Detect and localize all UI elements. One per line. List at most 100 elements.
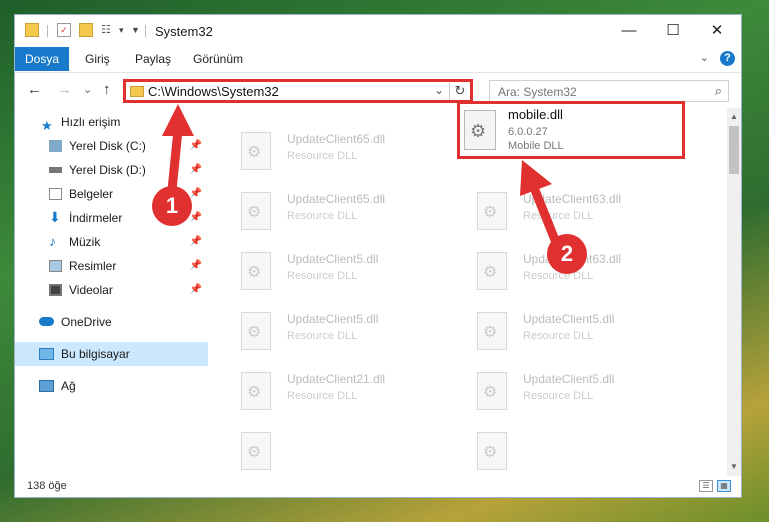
list-item[interactable]: UpdateClient5.dll Resource DLL [473, 306, 703, 358]
list-item[interactable]: UpdateClient65.dll Resource DLL [237, 126, 467, 178]
help-icon[interactable]: ? [720, 51, 735, 66]
folder-icon[interactable] [25, 23, 39, 37]
sidebar-item-this-pc[interactable]: Bu bilgisayar [15, 342, 208, 366]
highlighted-file-mobile-dll[interactable]: mobile.dll 6.0.0.27 Mobile DLL [457, 101, 685, 159]
pin-icon: 📌 [189, 140, 202, 151]
file-explorer-window: ✓ ☷ ▾ ▼ System32 — ☐ ✕ Dosya Giriş Payla… [14, 14, 742, 498]
file-description: Resource DLL [523, 390, 594, 402]
close-button[interactable]: ✕ [695, 19, 739, 43]
sidebar-item-label: OneDrive [61, 315, 112, 329]
back-button[interactable]: ← [27, 81, 42, 98]
step-1-badge: 1 [152, 186, 192, 226]
file-name: mobile.dll [508, 107, 563, 122]
file-description: Resource DLL [287, 390, 358, 402]
video-icon [49, 284, 62, 296]
sidebar-item-drive-d[interactable]: Yerel Disk (D:) 📌 [15, 158, 208, 182]
list-item[interactable]: UpdateClient63.dll Resource DLL [473, 186, 703, 238]
up-button[interactable]: ↑ [103, 81, 111, 98]
dll-file-icon [464, 110, 496, 150]
file-name: UpdateClient21.dll [287, 372, 386, 386]
dll-file-icon [477, 252, 507, 290]
list-item[interactable]: UpdateClient5.dll Resource DLL [237, 306, 467, 358]
file-list: UpdateClient65.dll Resource DLL UpdateCl… [223, 108, 728, 476]
list-item[interactable]: UpdateClient21.dll Resource DLL [237, 366, 467, 418]
sidebar-item-quick-access[interactable]: ★ Hızlı erişim [15, 110, 208, 134]
dll-file-icon [477, 372, 507, 410]
list-item[interactable]: UpdateClient65.dll Resource DLL [237, 186, 467, 238]
maximize-button[interactable]: ☐ [651, 19, 695, 43]
pin-icon: 📌 [189, 260, 202, 271]
step-2-badge: 2 [547, 234, 587, 274]
sidebar-item-label: Ağ [61, 379, 76, 393]
pin-icon: 📌 [189, 164, 202, 175]
file-description: Resource DLL [287, 150, 358, 162]
file-description: Mobile DLL [508, 140, 564, 152]
divider [145, 25, 146, 37]
recent-locations-button[interactable]: ⌄ [83, 83, 92, 96]
expand-ribbon-icon[interactable]: ⌄ [700, 51, 709, 64]
item-count: 138 öğe [27, 480, 67, 492]
dropdown-icon[interactable]: ▼ [131, 23, 145, 37]
sidebar-item-pictures[interactable]: Resimler 📌 [15, 254, 208, 278]
ribbon-tabs: Dosya Giriş Paylaş Görünüm ⌄ ? [15, 47, 741, 71]
download-icon: ⬇ [49, 209, 61, 225]
search-box[interactable]: ⌕ [489, 80, 729, 103]
refresh-button[interactable]: ↻ [449, 82, 470, 100]
dll-file-icon [477, 432, 507, 470]
drive-icon [49, 167, 62, 173]
sidebar-item-label: Belgeler [69, 187, 114, 201]
tab-share[interactable]: Paylaş [135, 47, 171, 71]
search-icon[interactable]: ⌕ [715, 83, 722, 99]
details-view-icon[interactable]: ☰ [699, 480, 713, 492]
sidebar-item-label: Müzik [69, 235, 101, 249]
sidebar-item-drive-c[interactable]: Yerel Disk (C:) 📌 [15, 134, 208, 158]
list-item[interactable]: UpdateClient63.dll Resource DLL [473, 246, 703, 298]
list-item[interactable] [473, 426, 703, 476]
sidebar-item-label: İndirmeler [69, 211, 123, 225]
file-description: Resource DLL [523, 330, 594, 342]
folder-icon [130, 86, 144, 97]
large-icons-view-icon[interactable]: ▦ [717, 480, 731, 492]
sidebar-item-network[interactable]: Ağ [15, 374, 208, 398]
sidebar-item-label: Resimler [69, 259, 117, 273]
star-icon: ★ [41, 118, 53, 133]
window-title: System32 [155, 24, 213, 39]
list-item[interactable]: UpdateClient5.dll Resource DLL [473, 366, 703, 418]
sidebar-item-onedrive[interactable]: OneDrive [15, 310, 208, 334]
minimize-button[interactable]: — [607, 19, 651, 43]
drive-icon [49, 140, 62, 152]
address-dropdown-icon[interactable]: ⌄ [434, 83, 444, 97]
dll-file-icon [241, 192, 271, 230]
sidebar-item-label: Hızlı erişim [61, 115, 121, 129]
properties-icon[interactable]: ✓ [57, 23, 71, 37]
scroll-down-icon[interactable]: ▼ [727, 460, 741, 474]
sidebar-item-label: Bu bilgisayar [61, 347, 130, 361]
title-bar: ✓ ☷ ▾ ▼ System32 — ☐ ✕ [15, 15, 741, 47]
file-name: UpdateClient5.dll [287, 252, 379, 266]
divider [47, 25, 48, 37]
scroll-up-icon[interactable]: ▲ [727, 110, 741, 124]
file-name: UpdateClient5.dll [523, 372, 615, 386]
sidebar-item-label: Yerel Disk (D:) [69, 163, 146, 177]
tab-file[interactable]: Dosya [15, 47, 69, 71]
address-bar[interactable]: C:\Windows\System32 ⌄ ↻ [123, 79, 473, 103]
search-input[interactable] [490, 81, 710, 103]
list-item[interactable]: UpdateClient5.dll Resource DLL [237, 246, 467, 298]
tab-home[interactable]: Giriş [85, 47, 110, 71]
file-version: 6.0.0.27 [508, 126, 548, 138]
customize-icon[interactable]: ☷ [101, 23, 119, 37]
sidebar-item-music[interactable]: ♪ Müzik 📌 [15, 230, 208, 254]
new-folder-icon[interactable] [79, 23, 93, 37]
picture-icon [49, 260, 62, 272]
list-item[interactable] [237, 426, 467, 476]
vertical-scrollbar[interactable]: ▲ ▼ [727, 108, 741, 476]
dll-file-icon [241, 252, 271, 290]
scroll-thumb[interactable] [729, 126, 739, 174]
forward-button[interactable]: → [57, 81, 72, 98]
file-name: UpdateClient65.dll [287, 192, 386, 206]
tab-view[interactable]: Görünüm [193, 47, 243, 71]
dll-file-icon [241, 132, 271, 170]
sidebar-item-videos[interactable]: Videolar 📌 [15, 278, 208, 302]
address-path[interactable]: C:\Windows\System32 [148, 84, 279, 99]
file-description: Resource DLL [287, 210, 358, 222]
